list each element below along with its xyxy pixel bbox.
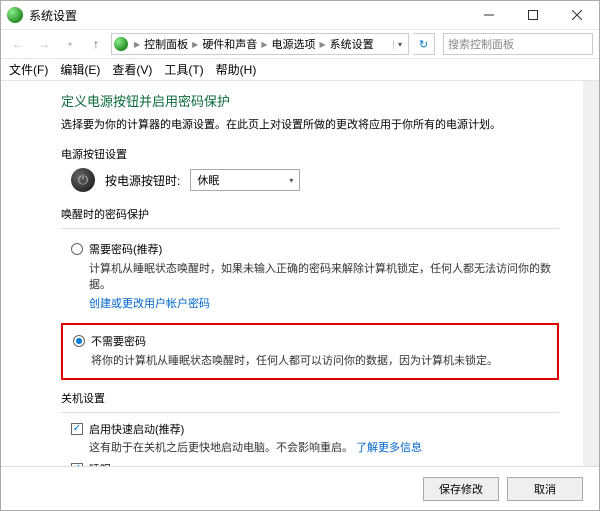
radio-icon [73, 335, 85, 347]
titlebar: 系统设置 [1, 1, 599, 29]
select-value: 休眠 [197, 172, 219, 188]
power-button-select[interactable]: 休眠 ▾ [190, 169, 300, 191]
forward-button[interactable]: → [33, 33, 55, 55]
breadcrumb-icon [114, 37, 128, 51]
refresh-button[interactable]: ↻ [413, 33, 435, 55]
chevron-right-icon: ▶ [132, 40, 142, 49]
radio-desc: 计算机从睡眠状态唤醒时，如果未输入正确的密码来解除计算机锁定，任何人都无法访问你… [89, 260, 559, 292]
section-shutdown: 关机设置 [61, 390, 559, 406]
chevron-right-icon: ▶ [259, 40, 269, 49]
radio-label: 不需要密码 [91, 333, 146, 349]
divider [61, 412, 559, 413]
section-wake-password: 唤醒时的密码保护 [61, 206, 559, 222]
back-button[interactable]: ← [7, 33, 29, 55]
close-button[interactable] [555, 1, 599, 29]
checkbox-label: 启用快速启动(推荐) [89, 421, 184, 437]
checkbox-fast-startup[interactable]: 启用快速启动(推荐) [71, 421, 559, 437]
cancel-button[interactable]: 取消 [507, 477, 583, 501]
learn-more-link[interactable]: 了解更多信息 [356, 442, 422, 454]
breadcrumb-item[interactable]: 硬件和声音 [202, 36, 257, 52]
menu-tools[interactable]: 工具(T) [164, 61, 203, 78]
section-power-button: 电源按钮设置 [61, 146, 559, 162]
radio-require-password[interactable]: 需要密码(推荐) 计算机从睡眠状态唤醒时，如果未输入正确的密码来解除计算机锁定，… [71, 237, 559, 317]
breadcrumb-item[interactable]: 控制面板 [144, 36, 188, 52]
menu-edit[interactable]: 编辑(E) [60, 61, 100, 78]
breadcrumb-item[interactable]: 系统设置 [330, 36, 389, 52]
breadcrumb[interactable]: ▶ 控制面板 ▶ 硬件和声音 ▶ 电源选项 ▶ 系统设置 ▾ [111, 33, 409, 55]
page-title: 定义电源按钮并启用密码保护 [61, 91, 559, 110]
radio-icon [71, 243, 83, 255]
search-input[interactable]: 搜索控制面板 [443, 33, 593, 55]
maximize-button[interactable] [511, 1, 555, 29]
breadcrumb-item[interactable]: 电源选项 [271, 36, 315, 52]
menu-help[interactable]: 帮助(H) [216, 61, 257, 78]
window-title: 系统设置 [29, 7, 467, 24]
address-bar: ← → ▾ ↑ ▶ 控制面板 ▶ 硬件和声音 ▶ 电源选项 ▶ 系统设置 ▾ ↻… [1, 29, 599, 59]
chevron-right-icon: ▶ [317, 40, 327, 49]
window: 系统设置 ← → ▾ ↑ ▶ 控制面板 ▶ 硬件和声音 ▶ 电源选项 ▶ 系统设… [0, 0, 600, 511]
menu-view[interactable]: 查看(V) [112, 61, 152, 78]
divider [61, 228, 559, 229]
radio-no-password[interactable]: 不需要密码 将你的计算机从睡眠状态唤醒时，任何人都可以访问你的数据，因为计算机未… [61, 323, 559, 380]
minimize-button[interactable] [467, 1, 511, 29]
footer: 保存修改 取消 [1, 466, 599, 510]
checkbox-desc: 这有助于在关机之后更快地启动电脑。不会影响重启。 [89, 442, 353, 454]
app-icon [7, 7, 23, 23]
page-subtext: 选择要为你的计算器的电源设置。在此页上对设置所做的更改将应用于你所有的电源计划。 [61, 116, 559, 132]
power-icon [71, 168, 95, 192]
create-password-link[interactable]: 创建或更改用户帐户密码 [89, 298, 210, 310]
radio-label: 需要密码(推荐) [89, 241, 162, 257]
menubar: 文件(F) 编辑(E) 查看(V) 工具(T) 帮助(H) [1, 59, 599, 81]
chevron-down-icon[interactable]: ▾ [393, 40, 406, 49]
menu-file[interactable]: 文件(F) [9, 61, 48, 78]
up-button[interactable]: ↑ [85, 33, 107, 55]
save-button[interactable]: 保存修改 [423, 477, 499, 501]
search-placeholder: 搜索控制面板 [448, 36, 514, 52]
recent-dropdown[interactable]: ▾ [59, 33, 81, 55]
scrollbar[interactable] [583, 81, 599, 466]
content-area: 定义电源按钮并启用密码保护 选择要为你的计算器的电源设置。在此页上对设置所做的更… [1, 81, 583, 466]
power-button-label: 按电源按钮时: [105, 172, 180, 189]
chevron-right-icon: ▶ [190, 40, 200, 49]
check-icon [71, 423, 83, 435]
chevron-down-icon: ▾ [289, 176, 293, 185]
radio-desc: 将你的计算机从睡眠状态唤醒时，任何人都可以访问你的数据，因为计算机未锁定。 [91, 352, 547, 368]
